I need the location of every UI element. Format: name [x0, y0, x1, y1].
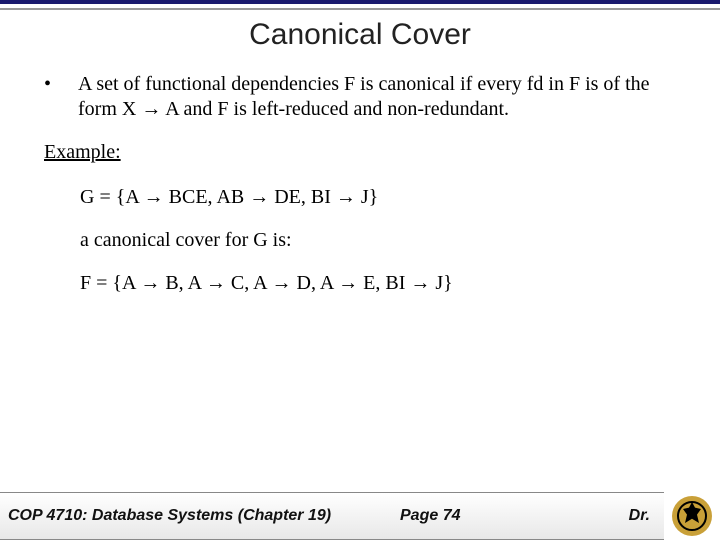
ucf-logo-icon	[672, 496, 712, 536]
example-g: G = {A → BCE, AB → DE, BI → J}	[80, 185, 680, 210]
footer-page: Page 74	[400, 507, 460, 525]
top-accent-shadow	[0, 8, 720, 10]
footer-author: Dr.	[629, 507, 650, 525]
slide-title: Canonical Cover	[0, 18, 720, 52]
slide-body: • A set of functional dependencies F is …	[0, 52, 720, 296]
bullet-item: • A set of functional dependencies F is …	[40, 72, 680, 122]
example-label: Example:	[44, 140, 680, 165]
bullet-mark: •	[40, 72, 78, 122]
logo-container	[664, 492, 720, 540]
slide: Canonical Cover • A set of functional de…	[0, 0, 720, 540]
bullet-text: A set of functional dependencies F is ca…	[78, 72, 680, 122]
example-desc: a canonical cover for G is:	[80, 228, 680, 253]
footer: COP 4710: Database Systems (Chapter 19) …	[0, 492, 720, 540]
example-f: F = {A → B, A → C, A → D, A → E, BI → J}	[80, 271, 680, 296]
footer-course: COP 4710: Database Systems (Chapter 19)	[8, 507, 331, 525]
footer-bar: COP 4710: Database Systems (Chapter 19) …	[0, 492, 664, 540]
